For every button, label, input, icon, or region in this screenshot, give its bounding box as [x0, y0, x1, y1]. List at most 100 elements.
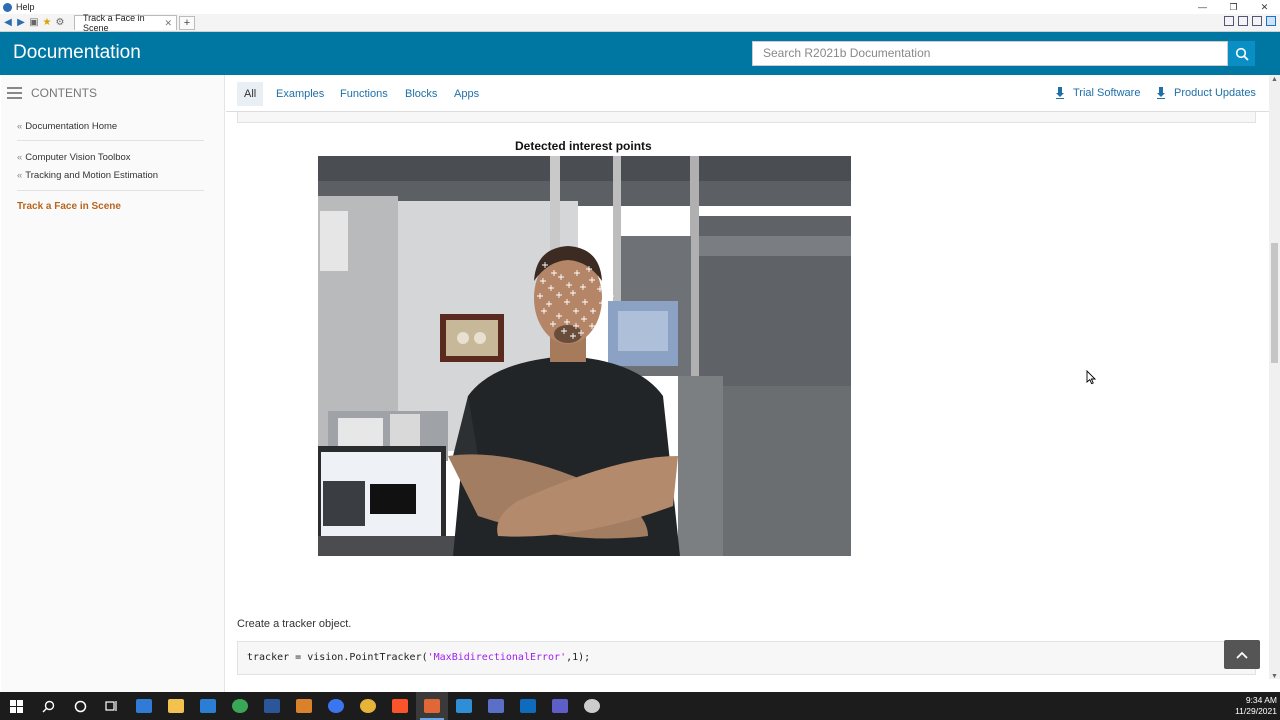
search-button[interactable]	[1228, 41, 1255, 66]
product-updates-label: Product Updates	[1174, 87, 1256, 99]
sidebar-item-computer-vision-toolbox[interactable]: «Computer Vision Toolbox	[17, 152, 131, 163]
sidebar-item-label: Tracking and Motion Estimation	[25, 170, 159, 181]
signal-icon	[328, 699, 344, 713]
layout-columns-icon[interactable]	[1238, 16, 1248, 26]
start-button[interactable]	[0, 692, 32, 720]
teams-icon	[552, 699, 568, 713]
cortana-button[interactable]	[64, 692, 96, 720]
obs-icon	[584, 699, 600, 713]
tab-apps[interactable]: Apps	[447, 82, 486, 106]
store-icon	[136, 699, 152, 713]
previous-code-block	[237, 112, 1256, 123]
taskbar-app[interactable]	[160, 692, 192, 720]
download-icon	[1056, 87, 1064, 99]
taskbar-app[interactable]	[256, 692, 288, 720]
word-icon	[264, 699, 280, 713]
figure-title: Detected interest points	[515, 139, 652, 153]
tab-all[interactable]: All	[237, 82, 264, 106]
sidebar-item-label: Documentation Home	[25, 121, 118, 132]
windows-taskbar: 9:34 AM 11/29/2021	[0, 692, 1280, 720]
code-suffix: ,1);	[566, 652, 591, 663]
app-icon	[488, 699, 504, 713]
layout-grid-icon[interactable]	[1224, 16, 1234, 26]
scroll-up-icon[interactable]: ▲	[1269, 74, 1280, 85]
scroll-thumb[interactable]	[1271, 243, 1278, 363]
taskbar-app[interactable]	[576, 692, 608, 720]
page-title[interactable]: Documentation	[13, 42, 141, 64]
code-string-arg: 'MaxBidirectionalError'	[427, 652, 567, 663]
forward-icon[interactable]: ▶	[16, 17, 26, 29]
download-icon	[1157, 87, 1165, 99]
tab-title: Track a Face in Scene	[83, 13, 145, 33]
task-view-icon	[105, 701, 117, 711]
edge-icon	[232, 699, 248, 713]
taskbar-app[interactable]	[384, 692, 416, 720]
code-block[interactable]: tracker = vision.PointTracker('MaxBidire…	[237, 641, 1256, 675]
window-controls: — ❐ ✕	[1187, 0, 1280, 14]
taskbar-app[interactable]	[544, 692, 576, 720]
taskbar-app[interactable]	[288, 692, 320, 720]
contents-sidebar: CONTENTS «Documentation Home «Computer V…	[1, 75, 225, 692]
minimize-button[interactable]: —	[1187, 0, 1218, 14]
new-tab-button[interactable]: +	[179, 15, 195, 30]
tab-functions[interactable]: Functions	[333, 82, 395, 106]
task-view-button[interactable]	[96, 692, 128, 720]
main-content: Detected interest points Create a tracke…	[226, 112, 1269, 692]
breadcrumb-quote: «	[17, 170, 23, 181]
sidebar-item-label: Computer Vision Toolbox	[25, 152, 131, 163]
taskbar-app[interactable]	[320, 692, 352, 720]
taskbar-app[interactable]	[192, 692, 224, 720]
tab-close-icon[interactable]: ✕	[164, 18, 172, 29]
restore-button[interactable]: ❐	[1218, 0, 1249, 14]
code-prefix: tracker = vision.PointTracker(	[247, 652, 428, 663]
settings-icon[interactable]: ⚙	[55, 17, 65, 29]
print-icon[interactable]: ▣	[29, 17, 39, 29]
sidebar-item-tracking-motion[interactable]: «Tracking and Motion Estimation	[17, 170, 158, 181]
layout-rows-icon[interactable]	[1252, 16, 1262, 26]
trial-software-link[interactable]: Trial Software	[1056, 87, 1140, 99]
paint-icon	[296, 699, 312, 713]
taskbar-app[interactable]	[480, 692, 512, 720]
taskbar-app[interactable]	[128, 692, 160, 720]
chevron-up-icon	[1236, 651, 1248, 659]
brave-icon	[392, 699, 408, 713]
favorites-icon[interactable]: ★	[42, 17, 52, 29]
menu-icon	[7, 87, 22, 99]
back-icon[interactable]: ◀	[3, 17, 13, 29]
taskbar-app-matlab-active[interactable]	[416, 692, 448, 720]
documentation-header: Documentation Search R2021b Documentatio…	[0, 32, 1280, 75]
contents-toggle[interactable]: CONTENTS	[7, 86, 97, 100]
scroll-down-icon[interactable]: ▼	[1269, 671, 1280, 682]
layout-single-icon[interactable]	[1266, 16, 1276, 26]
sidebar-item-current-page[interactable]: Track a Face in Scene	[17, 201, 121, 212]
window-titlebar: Help — ❐ ✕	[0, 0, 1280, 14]
search-input[interactable]: Search R2021b Documentation	[752, 41, 1228, 66]
product-updates-link[interactable]: Product Updates	[1157, 87, 1256, 99]
mail-icon	[200, 699, 216, 713]
tab-track-a-face[interactable]: Track a Face in Scene ✕	[74, 13, 177, 33]
detected-points-figure	[318, 156, 851, 556]
matlab-icon	[424, 699, 440, 713]
page-scrollbar[interactable]: ▲ ▼	[1269, 74, 1280, 682]
clock-date: 11/29/2021	[1235, 706, 1277, 716]
search-scope-nav: All Examples Functions Blocks Apps Trial…	[226, 75, 1269, 112]
back-to-top-button[interactable]	[1224, 640, 1260, 669]
cortana-icon	[74, 700, 86, 712]
instruction-paragraph: Create a tracker object.	[237, 618, 352, 630]
tab-blocks[interactable]: Blocks	[398, 82, 444, 106]
close-window-button[interactable]: ✕	[1249, 0, 1280, 14]
taskbar-app[interactable]	[512, 692, 544, 720]
taskbar-search[interactable]	[32, 692, 64, 720]
taskbar-app[interactable]	[224, 692, 256, 720]
taskbar-app[interactable]	[448, 692, 480, 720]
chrome-icon	[360, 699, 376, 713]
system-clock[interactable]: 9:34 AM 11/29/2021	[1235, 695, 1277, 717]
browser-toolbar: ◀ ▶ ▣ ★ ⚙ Track a Face in Scene ✕ +	[0, 13, 1280, 33]
taskbar-app[interactable]	[352, 692, 384, 720]
window-title: Help	[16, 2, 35, 12]
trial-software-label: Trial Software	[1073, 87, 1141, 99]
mouse-cursor-icon	[1086, 370, 1096, 385]
breadcrumb-quote: «	[17, 121, 23, 132]
sidebar-item-documentation-home[interactable]: «Documentation Home	[17, 121, 117, 132]
tab-examples[interactable]: Examples	[269, 82, 331, 106]
